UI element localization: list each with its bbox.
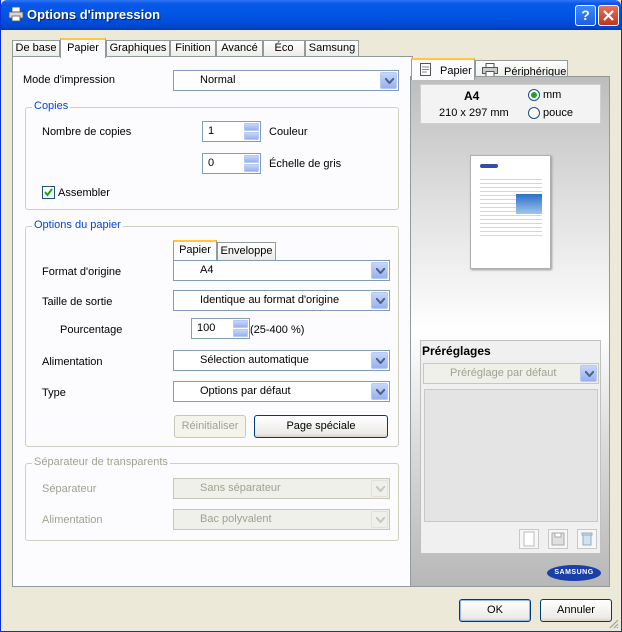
chevron-down-icon[interactable]: [371, 292, 388, 309]
presets-select[interactable]: Préréglage par défaut: [423, 363, 599, 384]
source-format-label: Format d'origine: [42, 266, 122, 278]
reset-button[interactable]: Réinitialiser: [174, 415, 246, 438]
paper-source-value: Sélection automatique: [200, 354, 309, 366]
chevron-down-icon: [371, 511, 388, 528]
save-preset-button[interactable]: [548, 529, 568, 549]
subtab-paper[interactable]: Papier: [173, 240, 217, 260]
percentage-label: Pourcentage: [60, 324, 123, 336]
source-format-value: A4: [200, 264, 214, 276]
page-icon: [420, 63, 431, 76]
close-button[interactable]: [598, 5, 619, 26]
samsung-logo-text: SAMSUNG: [554, 569, 594, 576]
separator-select[interactable]: Sans séparateur: [173, 478, 390, 499]
check-icon: [44, 188, 53, 197]
page-preview: [470, 155, 551, 269]
new-preset-button[interactable]: [519, 529, 539, 549]
window-title: Options d'impression: [27, 7, 161, 22]
subtab-envelope[interactable]: Enveloppe: [217, 242, 276, 260]
chevron-down-icon[interactable]: [580, 365, 597, 382]
unit-inch-radio[interactable]: [528, 107, 540, 119]
print-options-dialog: Options d'impression ? De base Papier Gr…: [0, 0, 622, 632]
paper-type-value: Options par défaut: [200, 385, 291, 397]
print-mode-label: Mode d'impression: [23, 74, 115, 86]
paper-dimensions: 210 x 297 mm: [439, 107, 509, 119]
transparency-source-label: Alimentation: [42, 514, 103, 526]
printer-icon: [482, 63, 498, 77]
chevron-down-icon: [371, 480, 388, 497]
unit-mm-radio[interactable]: [528, 89, 540, 101]
percentage-stepper[interactable]: 100: [191, 318, 250, 339]
delete-preset-button[interactable]: [577, 529, 597, 549]
preview-tab-paper[interactable]: Papier: [411, 58, 475, 80]
percentage-range: (25-400 %): [250, 324, 305, 336]
separator-label: Séparateur: [42, 483, 97, 495]
source-format-select[interactable]: A4: [173, 260, 390, 281]
print-mode-select[interactable]: Normal: [173, 70, 399, 91]
chevron-down-icon[interactable]: [371, 262, 388, 279]
help-button[interactable]: ?: [575, 5, 596, 26]
paper-options-title: Options du papier: [32, 219, 123, 231]
gray-copies-stepper[interactable]: 0: [202, 153, 261, 174]
presets-value: Préréglage par défaut: [450, 367, 557, 379]
ok-button[interactable]: OK: [459, 599, 531, 622]
logo-thumbnail: [480, 164, 498, 168]
color-label: Couleur: [269, 126, 308, 138]
tab-samsung[interactable]: Samsung: [305, 40, 359, 57]
printer-icon: [8, 7, 24, 22]
output-size-value: Identique au format d'origine: [200, 294, 340, 306]
copies-count-label: Nombre de copies: [42, 126, 132, 138]
image-thumbnail: [516, 194, 542, 214]
separator-value: Sans séparateur: [200, 482, 281, 494]
paper-source-label: Alimentation: [42, 356, 103, 368]
unit-mm-label: mm: [543, 89, 562, 101]
chevron-down-icon[interactable]: [380, 72, 397, 89]
spin-arrows-icon[interactable]: [244, 123, 259, 140]
new-page-icon: [523, 531, 535, 547]
presets-title: Préréglages: [422, 344, 491, 358]
output-size-select[interactable]: Identique au format d'origine: [173, 290, 390, 311]
transparency-source-select[interactable]: Bac polyvalent: [173, 509, 390, 530]
tab-basic[interactable]: De base: [12, 40, 60, 57]
tab-advanced[interactable]: Avancé: [216, 40, 263, 57]
paper-type-label: Type: [42, 387, 66, 399]
copies-group-title: Copies: [32, 100, 71, 112]
spin-arrows-icon[interactable]: [244, 155, 259, 172]
special-page-button[interactable]: Page spéciale: [254, 415, 388, 438]
spin-arrows-icon[interactable]: [233, 320, 248, 337]
close-icon: [603, 10, 614, 21]
title-bar[interactable]: Options d'impression ?: [1, 0, 621, 30]
chevron-down-icon[interactable]: [371, 383, 388, 400]
cancel-button[interactable]: Annuler: [540, 599, 612, 622]
collate-checkbox[interactable]: [42, 186, 55, 199]
collate-label: Assembler: [58, 187, 110, 199]
paper-source-select[interactable]: Sélection automatique: [173, 350, 390, 371]
print-mode-value: Normal: [200, 74, 236, 86]
preview-tab-paper-label: Papier: [440, 65, 472, 77]
tab-paper[interactable]: Papier: [60, 38, 106, 58]
resize-grip-icon[interactable]: [607, 617, 619, 629]
tab-graphics[interactable]: Graphiques: [106, 40, 170, 57]
output-size-label: Taille de sortie: [42, 296, 113, 308]
transparency-separator-title: Séparateur de transparents: [32, 456, 170, 468]
transparency-source-value: Bac polyvalent: [200, 513, 272, 525]
tab-finishing[interactable]: Finition: [170, 40, 216, 57]
paper-type-select[interactable]: Options par défaut: [173, 381, 390, 402]
percentage-value: 100: [197, 322, 216, 334]
presets-list[interactable]: [424, 389, 598, 522]
unit-inch-label: pouce: [543, 107, 573, 119]
samsung-logo: SAMSUNG: [547, 565, 601, 581]
grayscale-label: Échelle de gris: [269, 158, 342, 170]
paper-name: A4: [464, 89, 480, 103]
tab-eco[interactable]: Éco: [263, 40, 305, 57]
gray-copies-value: 0: [208, 157, 215, 169]
chevron-down-icon[interactable]: [371, 352, 388, 369]
trash-icon: [581, 532, 593, 546]
color-copies-stepper[interactable]: 1: [202, 121, 261, 142]
save-icon: [551, 532, 565, 546]
color-copies-value: 1: [208, 125, 215, 137]
